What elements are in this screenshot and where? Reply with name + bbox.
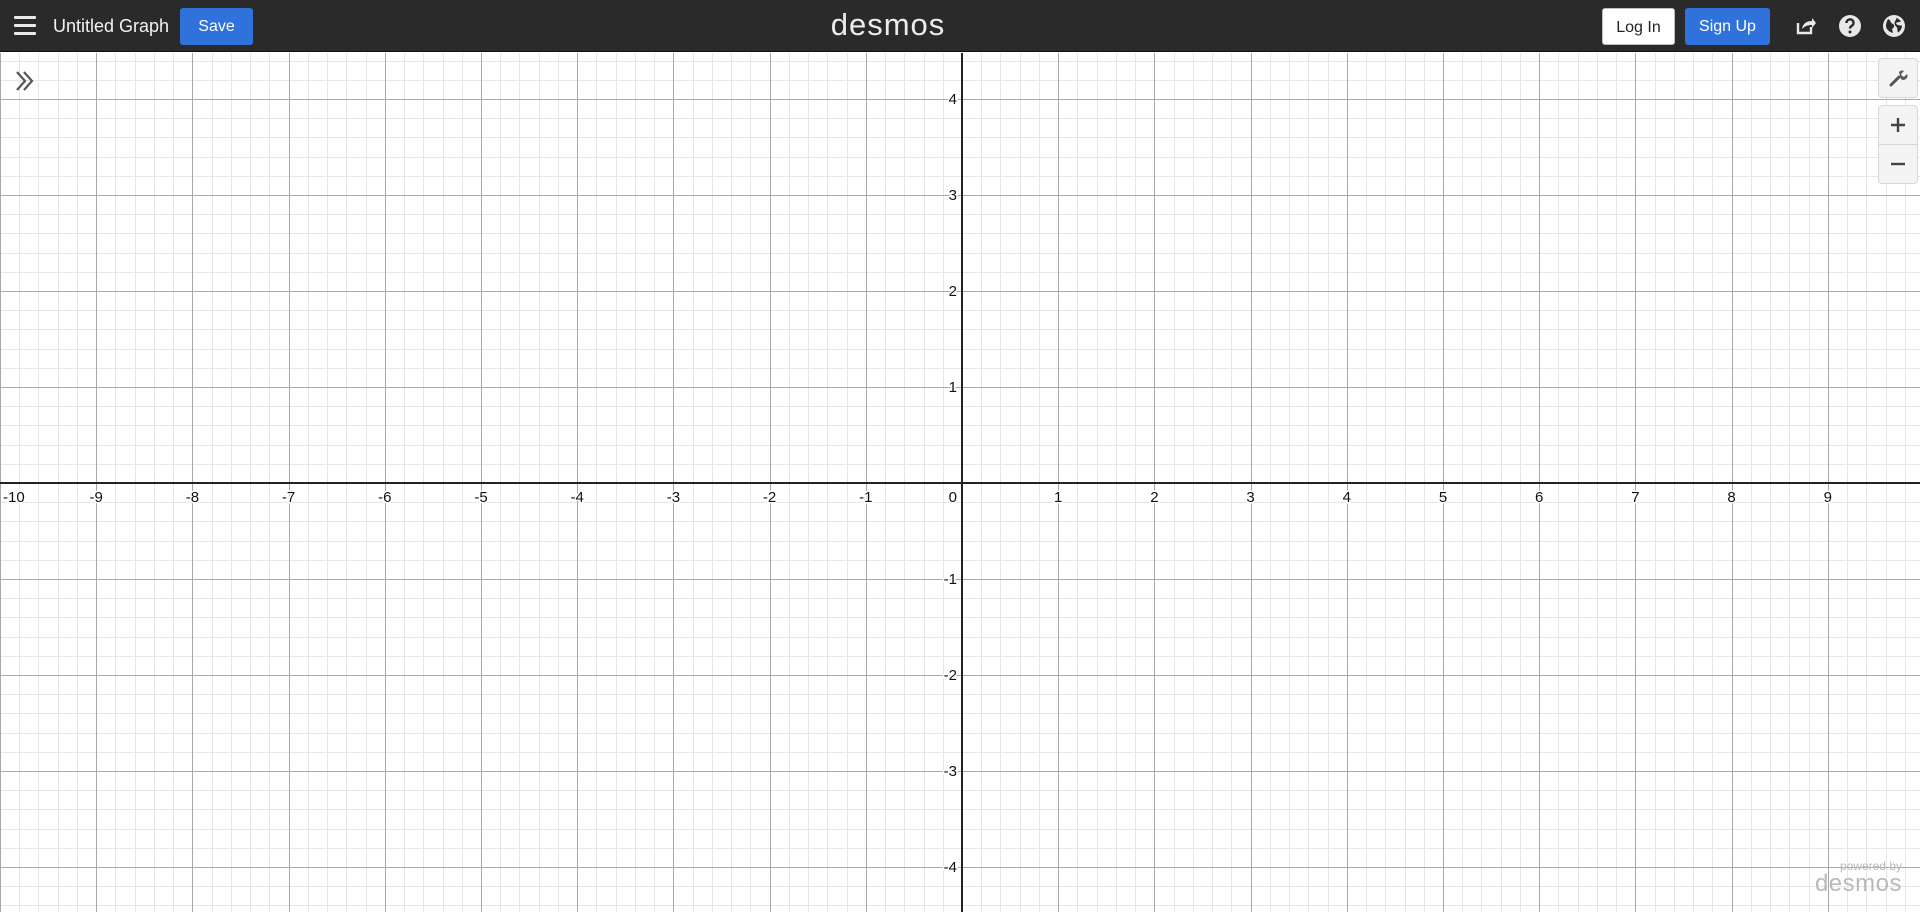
y-tick-label: -3 [944, 763, 957, 780]
x-tick-label: -4 [571, 489, 584, 506]
wrench-icon[interactable] [1879, 59, 1917, 97]
x-tick-label: 6 [1535, 489, 1543, 506]
x-tick-label: 7 [1631, 489, 1639, 506]
x-tick-label: 4 [1343, 489, 1351, 506]
y-tick-label: 4 [949, 91, 957, 108]
x-tick-label: 2 [1150, 489, 1158, 506]
x-tick-label: 1 [1054, 489, 1062, 506]
x-tick-label: 9 [1824, 489, 1832, 506]
share-icon[interactable] [1793, 14, 1817, 38]
x-tick-label: -3 [667, 489, 680, 506]
x-tick-label: -5 [474, 489, 487, 506]
x-tick-label: -6 [378, 489, 391, 506]
y-tick-label: 3 [949, 187, 957, 204]
help-icon[interactable] [1838, 14, 1862, 38]
top-bar: Untitled Graph Save desmos Log In Sign U… [0, 0, 1920, 52]
powered-by-desmos-watermark[interactable]: powered by desmos [1815, 860, 1902, 896]
y-tick-label: -1 [944, 571, 957, 588]
x-tick-label: -8 [186, 489, 199, 506]
save-button[interactable]: Save [180, 8, 253, 45]
x-tick-label: -7 [282, 489, 295, 506]
x-tick-label: 3 [1246, 489, 1254, 506]
x-tick-label: 5 [1439, 489, 1447, 506]
zoom-in-icon[interactable] [1879, 106, 1917, 144]
menu-icon[interactable] [12, 14, 38, 38]
y-tick-label: -2 [944, 667, 957, 684]
graph-canvas[interactable]: -10 -9 -8 -7 -6 -5 -4 -3 -2 -1 0 1 2 3 4 5 6 7 8 9 4 3 2 1 -1 -2-… [0, 53, 1920, 912]
desmos-logo: desmos [830, 7, 946, 42]
x-tick-label: 0 [949, 489, 957, 506]
x-tick-label: 8 [1727, 489, 1735, 506]
x-tick-label: -2 [763, 489, 776, 506]
graph-title[interactable]: Untitled Graph [53, 15, 169, 37]
y-tick-label: -4 [944, 859, 957, 876]
log-in-button[interactable]: Log In [1602, 8, 1675, 45]
y-tick-label: 2 [949, 283, 957, 300]
x-tick-label: -10 [3, 489, 25, 506]
y-tick-label: 1 [949, 379, 957, 396]
zoom-out-icon[interactable] [1879, 144, 1917, 183]
watermark-brand: desmos [1814, 870, 1902, 897]
graph-grid: -10 -9 -8 -7 -6 -5 -4 -3 -2 -1 0 1 2 3 4 5 6 7 8 94321-1-2-… [0, 53, 1920, 912]
x-tick-label: -9 [90, 489, 103, 506]
x-tick-label: -1 [859, 489, 872, 506]
sign-up-button[interactable]: Sign Up [1685, 8, 1770, 45]
graph-settings-panel [1878, 58, 1918, 98]
zoom-controls [1878, 105, 1918, 184]
expand-panel-icon[interactable] [12, 68, 38, 94]
language-globe-icon[interactable] [1882, 14, 1906, 38]
